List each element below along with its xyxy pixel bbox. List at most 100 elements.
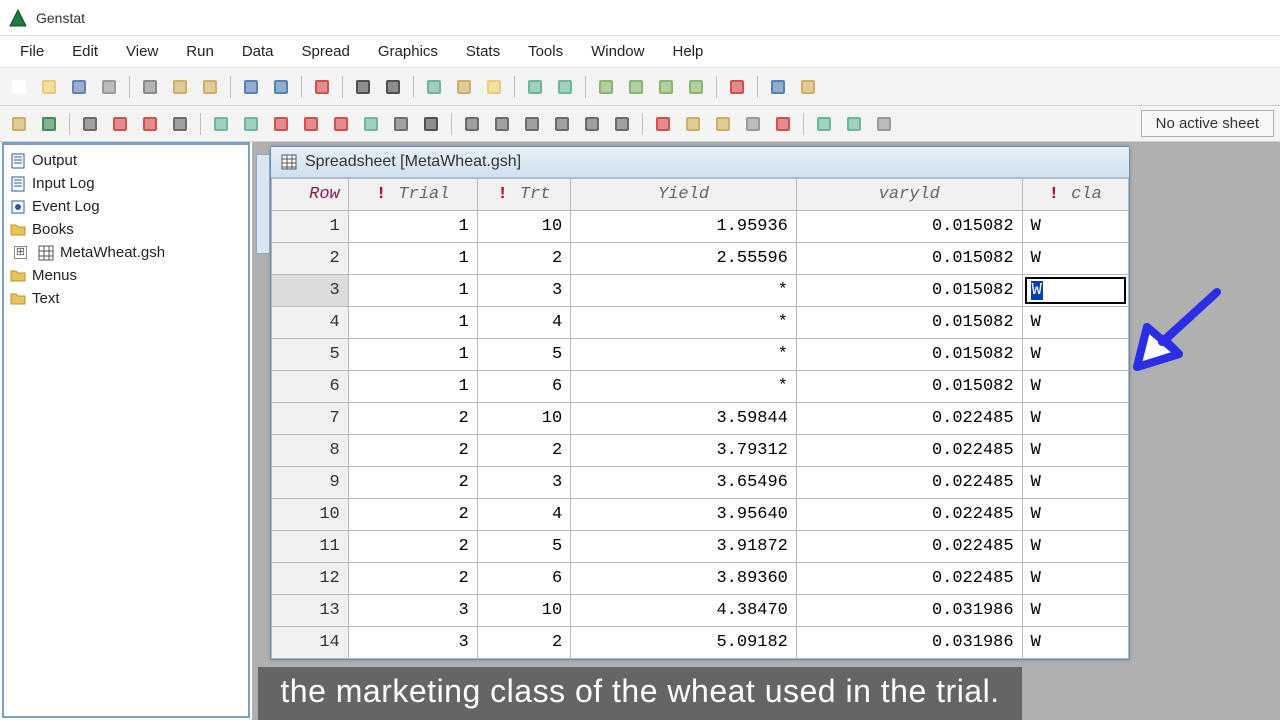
cell[interactable]: W (1022, 403, 1128, 435)
menu-window[interactable]: Window (577, 37, 658, 66)
cut-button[interactable] (137, 74, 163, 100)
cell[interactable]: 4 (477, 307, 571, 339)
spreadsheet-titlebar[interactable]: Spreadsheet [MetaWheat.gsh] (271, 147, 1129, 178)
cell[interactable]: 0.015082 (796, 211, 1022, 243)
sort-az-button[interactable] (388, 111, 414, 137)
nav-item-text[interactable]: Text (6, 287, 246, 310)
nav-item-output[interactable]: Output (6, 149, 246, 172)
table-row[interactable]: 11101.959360.015082W (272, 211, 1129, 243)
replace-button[interactable] (380, 74, 406, 100)
hl1-button[interactable] (650, 111, 676, 137)
db4-button[interactable] (683, 74, 709, 100)
cell[interactable]: 3 (348, 627, 477, 659)
cell[interactable]: 0.022485 (796, 563, 1022, 595)
menu-view[interactable]: View (112, 37, 172, 66)
folder-open-button[interactable] (481, 74, 507, 100)
table-row[interactable]: 515*0.015082W (272, 339, 1129, 371)
copy-button[interactable] (167, 74, 193, 100)
cell[interactable]: 2 (348, 531, 477, 563)
copy2-button[interactable] (811, 111, 837, 137)
menu-tools[interactable]: Tools (514, 37, 577, 66)
nav-panel[interactable]: OutputInput LogEvent LogBooksMetaWheat.g… (2, 142, 250, 718)
menu-help[interactable]: Help (658, 37, 717, 66)
list-up-button[interactable] (552, 74, 578, 100)
cell[interactable]: 2 (477, 435, 571, 467)
paste-button[interactable] (197, 74, 223, 100)
cell[interactable]: 3.79312 (571, 435, 797, 467)
cell[interactable]: 4.38470 (571, 595, 797, 627)
cell[interactable]: 2 (348, 563, 477, 595)
db1-button[interactable] (593, 74, 619, 100)
cell[interactable]: 2 (477, 627, 571, 659)
spreadsheet-grid[interactable]: Row! Trial! Trt Yield varyld! cla11101.9… (271, 178, 1129, 659)
mdi-tab[interactable] (256, 154, 270, 254)
nav-item-menus[interactable]: Menus (6, 264, 246, 287)
del-col-button[interactable] (107, 111, 133, 137)
ins-edit-button[interactable] (238, 111, 264, 137)
help-button[interactable] (765, 74, 791, 100)
copy3-button[interactable] (841, 111, 867, 137)
cell[interactable]: W (1022, 499, 1128, 531)
cell[interactable]: 0.015082 (796, 339, 1022, 371)
table-button[interactable] (421, 74, 447, 100)
ins-left-button[interactable] (208, 111, 234, 137)
cell[interactable]: 0.022485 (796, 499, 1022, 531)
db2-button[interactable] (623, 74, 649, 100)
hl4-button[interactable] (740, 111, 766, 137)
cell[interactable]: W (1022, 595, 1128, 627)
table-row[interactable]: 72103.598440.022485W (272, 403, 1129, 435)
nav-item-event-log[interactable]: Event Log (6, 195, 246, 218)
cell[interactable]: 1 (348, 307, 477, 339)
dec-dec-button[interactable] (609, 111, 635, 137)
row-number[interactable]: 3 (272, 275, 349, 307)
cell[interactable]: 1 (348, 371, 477, 403)
table-row[interactable]: 11253.918720.022485W (272, 531, 1129, 563)
cell-editor-input[interactable]: W (1025, 277, 1126, 304)
cell[interactable]: 2 (348, 403, 477, 435)
cell[interactable]: * (571, 339, 797, 371)
row-number[interactable]: 9 (272, 467, 349, 499)
cell[interactable]: W (1022, 531, 1128, 563)
align-l-button[interactable] (489, 111, 515, 137)
cell[interactable]: 10 (477, 211, 571, 243)
menu-stats[interactable]: Stats (452, 37, 514, 66)
clear-button[interactable] (309, 74, 335, 100)
cell[interactable]: * (571, 371, 797, 403)
print-button[interactable] (96, 74, 122, 100)
row-number[interactable]: 13 (272, 595, 349, 627)
cell[interactable]: 0.015082 (796, 371, 1022, 403)
cell[interactable]: 2 (477, 243, 571, 275)
cell[interactable]: 2 (348, 499, 477, 531)
align-r-button[interactable] (549, 111, 575, 137)
cell[interactable]: W (1022, 371, 1128, 403)
table-row[interactable]: 616*0.015082W (272, 371, 1129, 403)
undo-button[interactable] (238, 74, 264, 100)
cell[interactable]: 0.022485 (796, 435, 1022, 467)
sigma-button[interactable] (418, 111, 444, 137)
cell[interactable]: 5 (477, 531, 571, 563)
dec-inc-button[interactable] (579, 111, 605, 137)
cell[interactable]: 0.022485 (796, 403, 1022, 435)
cell[interactable]: 10 (477, 595, 571, 627)
hl3-button[interactable] (710, 111, 736, 137)
cell[interactable]: 3.89360 (571, 563, 797, 595)
redo-button[interactable] (268, 74, 294, 100)
cell[interactable]: * (571, 275, 797, 307)
sort-x-button[interactable] (328, 111, 354, 137)
grid-view-button[interactable] (795, 74, 821, 100)
cell[interactable]: 1 (348, 339, 477, 371)
row-number[interactable]: 10 (272, 499, 349, 531)
sheet-new-button[interactable] (6, 111, 32, 137)
fork-button[interactable] (77, 111, 103, 137)
excel-button[interactable] (36, 111, 62, 137)
col-header-yield[interactable]: Yield (571, 179, 797, 211)
sort-a-button[interactable] (268, 111, 294, 137)
open-button[interactable] (36, 74, 62, 100)
cell[interactable]: 1 (348, 275, 477, 307)
width-button[interactable] (459, 111, 485, 137)
sort-cols-button[interactable] (358, 111, 384, 137)
row-number[interactable]: 12 (272, 563, 349, 595)
cell[interactable]: 2 (348, 467, 477, 499)
row-number[interactable]: 6 (272, 371, 349, 403)
row-number[interactable]: 4 (272, 307, 349, 339)
